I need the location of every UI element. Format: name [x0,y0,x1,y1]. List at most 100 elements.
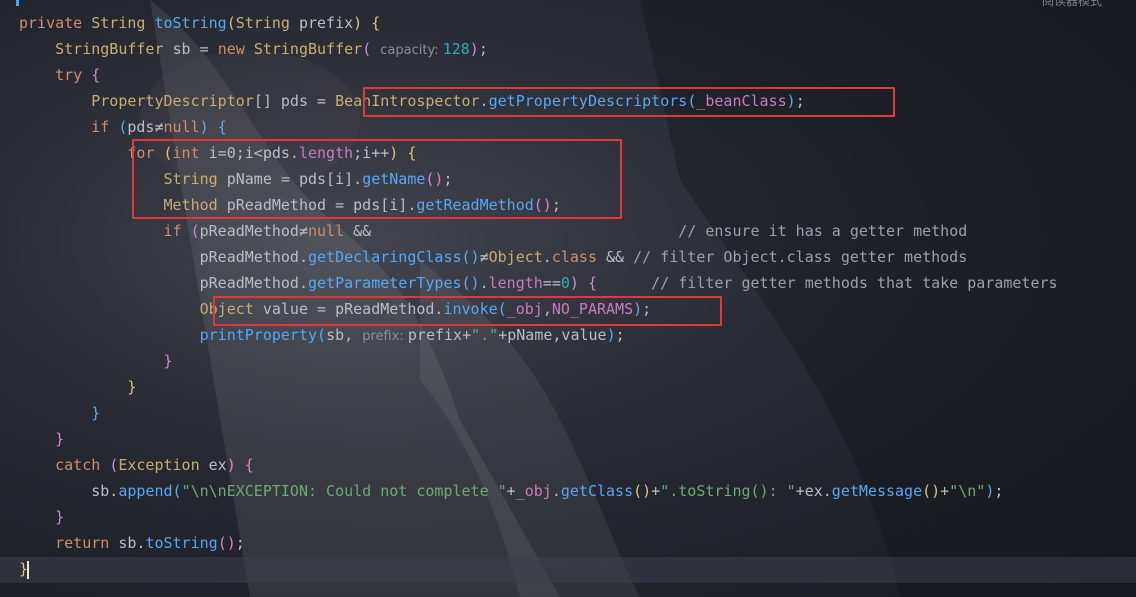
code-token: ; [615,326,625,344]
parameter-hint: capacity: [380,43,443,58]
code-token: "." [471,326,499,344]
code-line[interactable]: } [19,374,136,400]
code-token: . [551,482,561,500]
code-token: pds≠ [127,118,164,136]
code-token: 0 [560,274,570,292]
code-token: == [542,274,561,292]
code-token: return [55,534,119,552]
code-line[interactable]: } [19,348,173,374]
code-token: } [55,430,65,448]
code-token: Exception [118,456,209,474]
code-token: Object [488,248,543,266]
code-token: && [606,248,634,266]
code-line[interactable]: if (pReadMethod≠null && // ensure it has… [19,218,968,244]
code-line[interactable]: pReadMethod.getDeclaringClass()≠Object.c… [19,244,968,270]
code-token: . [479,274,489,292]
code-token: pReadMethod≠ [199,222,308,240]
code-line[interactable]: } [19,426,64,452]
reader-mode-toggle[interactable]: 阅读器模式 [1042,0,1102,9]
code-token: [] pds = [253,92,336,110]
code-token: pReadMethod. [19,248,308,266]
code-token: +ex. [795,482,832,500]
code-token: length [488,274,543,292]
code-token: String [235,14,299,32]
code-token: ; [478,40,488,58]
code-token: ( [109,456,119,474]
code-token: PropertyDescriptor [91,92,254,110]
code-line[interactable]: StringBuffer sb = new StringBuffer( capa… [19,36,488,62]
code-token: ".toString(): " [660,482,796,500]
code-token: ( [362,40,372,58]
code-line[interactable]: try { [19,62,100,88]
code-line[interactable]: } [19,504,64,530]
code-token: () [461,248,480,266]
highlight-box-for-loop [132,139,622,219]
code-token: prefix [298,14,354,32]
code-token: append [118,482,173,500]
code-token: ; [235,534,245,552]
code-token: { [244,456,254,474]
code-token: ) [606,326,616,344]
code-token: ) [569,274,579,292]
code-token: getClass [560,482,634,500]
scroll-marker [16,0,19,6]
code-token: { [371,14,381,32]
code-token: // ensure it has a getter method [678,222,968,240]
code-token: +pName,value [498,326,607,344]
code-token: "\n\nEXCEPTION: Could not complete " [181,482,507,500]
code-token: getParameterTypes [307,274,462,292]
code-line[interactable]: catch (Exception ex) { [19,452,254,478]
code-token: // filter Object.class getter methods [633,248,968,266]
code-token: getDeclaringClass [307,248,462,266]
code-token: 128 [442,40,470,58]
code-token: // filter getter methods that take param… [651,274,1058,292]
code-token: "\n" [949,482,986,500]
code-token: null [163,118,200,136]
code-token: () [217,534,236,552]
code-line[interactable]: } [19,400,100,426]
code-line[interactable]: pReadMethod.getParameterTypes().length==… [19,270,1058,296]
code-token: getMessage [831,482,923,500]
parameter-hint: prefix: [362,329,408,344]
code-editor[interactable]: 阅读器模式 private String toString(String pre… [0,0,1136,597]
code-token: ; [994,482,1004,500]
code-token: } [91,404,101,422]
code-token: ex [208,456,227,474]
code-line[interactable]: if (pds≠null) { [19,114,227,140]
code-token: _obj [515,482,552,500]
code-token: if [163,222,191,240]
code-token: } [55,508,65,526]
code-token: new [217,40,254,58]
code-line[interactable]: sb.append("\n\nEXCEPTION: Could not comp… [19,478,1003,504]
current-line-highlight [0,557,1136,583]
code-token: StringBuffer [253,40,363,58]
code-token: ( [226,14,236,32]
code-token: ≠ [479,248,489,266]
code-token: if [91,118,119,136]
code-token: sb, [326,326,363,344]
code-token: + [940,482,950,500]
code-token: { [217,118,227,136]
highlight-box-bean-introspector [363,87,895,117]
code-line[interactable]: private String toString(String prefix) { [19,10,380,36]
code-token: catch [55,456,110,474]
code-token: null [308,222,354,240]
code-line[interactable]: } [19,556,30,582]
code-token: ( [190,222,200,240]
code-token: prefix+ [407,326,472,344]
code-token: ) [985,482,995,500]
code-line[interactable]: return sb.toString(); [19,530,245,556]
